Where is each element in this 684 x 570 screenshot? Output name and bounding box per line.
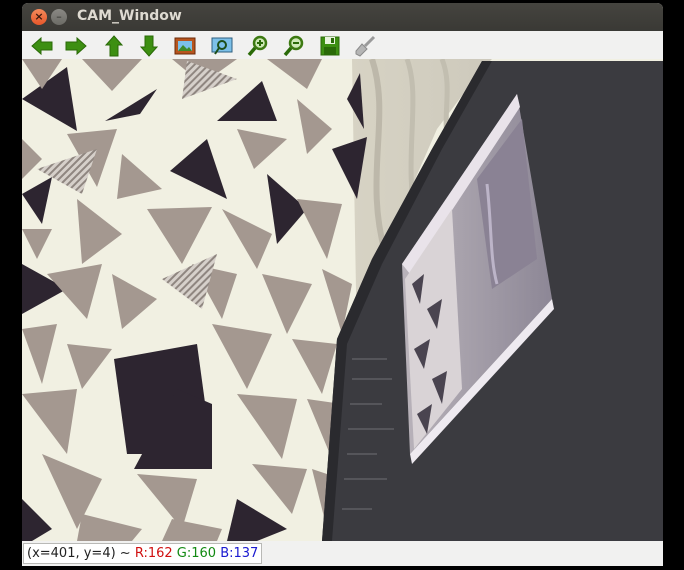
- green-value: G:160: [176, 546, 217, 561]
- window-title: CAM_Window: [77, 8, 182, 24]
- camera-window: × – CAM_Window (x=401, y=4) ~ R:162 G:16…: [22, 3, 663, 566]
- zoom-in-button[interactable]: [245, 34, 271, 58]
- title-bar[interactable]: × – CAM_Window: [22, 3, 663, 31]
- zoom-in-icon: [247, 35, 268, 57]
- pan-down-button[interactable]: [136, 34, 162, 58]
- zoom-out-icon: [283, 35, 304, 57]
- toolbar: [22, 31, 663, 62]
- minimize-button[interactable]: –: [51, 9, 67, 25]
- pixel-info: (x=401, y=4) ~ R:162 G:160 B:137: [23, 543, 263, 564]
- pan-left-button[interactable]: [29, 34, 55, 58]
- properties-button[interactable]: [352, 34, 378, 58]
- zoom-fit-button[interactable]: [209, 34, 235, 58]
- save-button[interactable]: [317, 34, 343, 58]
- pan-right-button[interactable]: [63, 34, 89, 58]
- properties-brush-icon: [355, 35, 376, 57]
- pan-left-icon: [31, 36, 53, 56]
- zoom-fit-icon: [211, 37, 233, 55]
- zoom-image-icon: [174, 37, 196, 55]
- close-button[interactable]: ×: [31, 9, 47, 25]
- blue-value: B:137: [220, 546, 259, 561]
- pan-up-button[interactable]: [101, 34, 127, 58]
- camera-frame: [22, 59, 663, 541]
- red-value: R:162: [134, 546, 173, 561]
- zoom-out-button[interactable]: [281, 34, 307, 58]
- zoom-image-button[interactable]: [172, 34, 198, 58]
- save-icon: [320, 36, 340, 56]
- cursor-coordinates: (x=401, y=4) ~: [27, 546, 135, 561]
- pan-right-icon: [65, 36, 87, 56]
- pan-down-icon: [139, 35, 159, 57]
- status-bar: (x=401, y=4) ~ R:162 G:160 B:137: [22, 541, 663, 566]
- camera-image[interactable]: [22, 59, 663, 541]
- pan-up-icon: [104, 35, 124, 57]
